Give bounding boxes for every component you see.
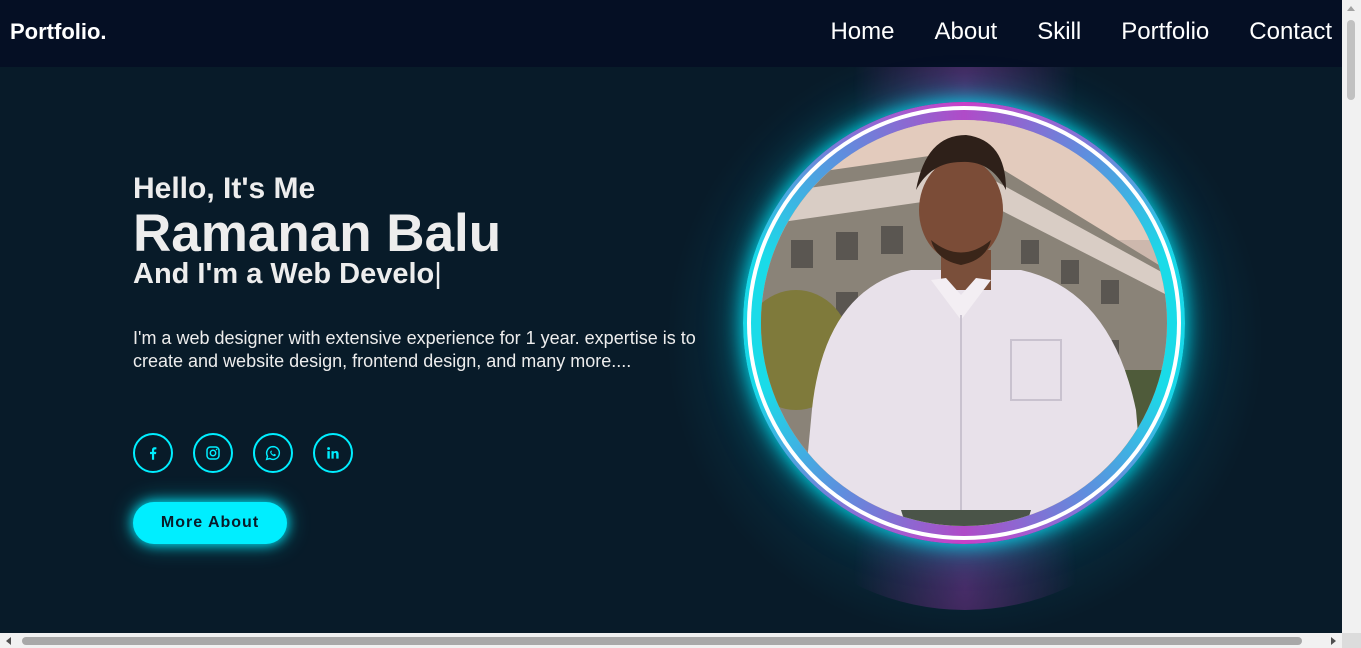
profile-ring-white [747, 106, 1181, 540]
linkedin-link[interactable] [313, 433, 353, 473]
horizontal-scroll-thumb[interactable] [22, 637, 1302, 645]
scrollbar-corner [1342, 633, 1361, 648]
profile-ring-gradient [751, 110, 1177, 536]
nav-about[interactable]: About [935, 18, 998, 46]
instagram-link[interactable] [193, 433, 233, 473]
linkedin-icon [327, 447, 339, 459]
main-nav: Home About Skill Portfolio Contact [790, 18, 1332, 46]
home-content: Hello, It's Me Ramanan Balu And I'm a We… [133, 172, 713, 373]
instagram-icon [206, 446, 220, 460]
site-header: Portfolio. Home About Skill Portfolio Co… [0, 0, 1342, 67]
browser-viewport: Portfolio. Home About Skill Portfolio Co… [0, 0, 1361, 648]
vertical-scroll-thumb[interactable] [1347, 20, 1355, 100]
scroll-left-icon[interactable] [6, 637, 11, 645]
nav-portfolio[interactable]: Portfolio [1121, 18, 1209, 46]
greeting: Hello, It's Me [133, 172, 316, 205]
facebook-icon [150, 447, 157, 460]
more-about-button[interactable]: More About [133, 502, 287, 544]
whatsapp-link[interactable] [253, 433, 293, 473]
nav-contact[interactable]: Contact [1249, 18, 1332, 46]
profile-ring [743, 102, 1185, 544]
profile-photo-illustration [761, 120, 1167, 526]
nav-skill[interactable]: Skill [1037, 18, 1081, 46]
role-typed: Web Develo [270, 258, 435, 290]
profile-photo [761, 120, 1167, 526]
vertical-scrollbar[interactable] [1342, 0, 1361, 633]
logo[interactable]: Portfolio. [10, 19, 107, 45]
whatsapp-icon [265, 445, 281, 461]
hero-description: I'm a web designer with extensive experi… [133, 328, 696, 371]
role-line: And I'm a Web Develo| [133, 258, 713, 290]
typing-cursor: | [434, 258, 442, 290]
scroll-right-icon[interactable] [1331, 637, 1336, 645]
scroll-up-icon[interactable] [1347, 6, 1355, 11]
facebook-link[interactable] [133, 433, 173, 473]
hero-name: Ramanan Balu [133, 204, 502, 263]
role-prefix: And I'm a [133, 258, 271, 290]
social-links [133, 433, 373, 473]
nav-home[interactable]: Home [830, 18, 894, 46]
horizontal-scrollbar[interactable] [0, 633, 1342, 648]
page: Portfolio. Home About Skill Portfolio Co… [0, 0, 1342, 633]
